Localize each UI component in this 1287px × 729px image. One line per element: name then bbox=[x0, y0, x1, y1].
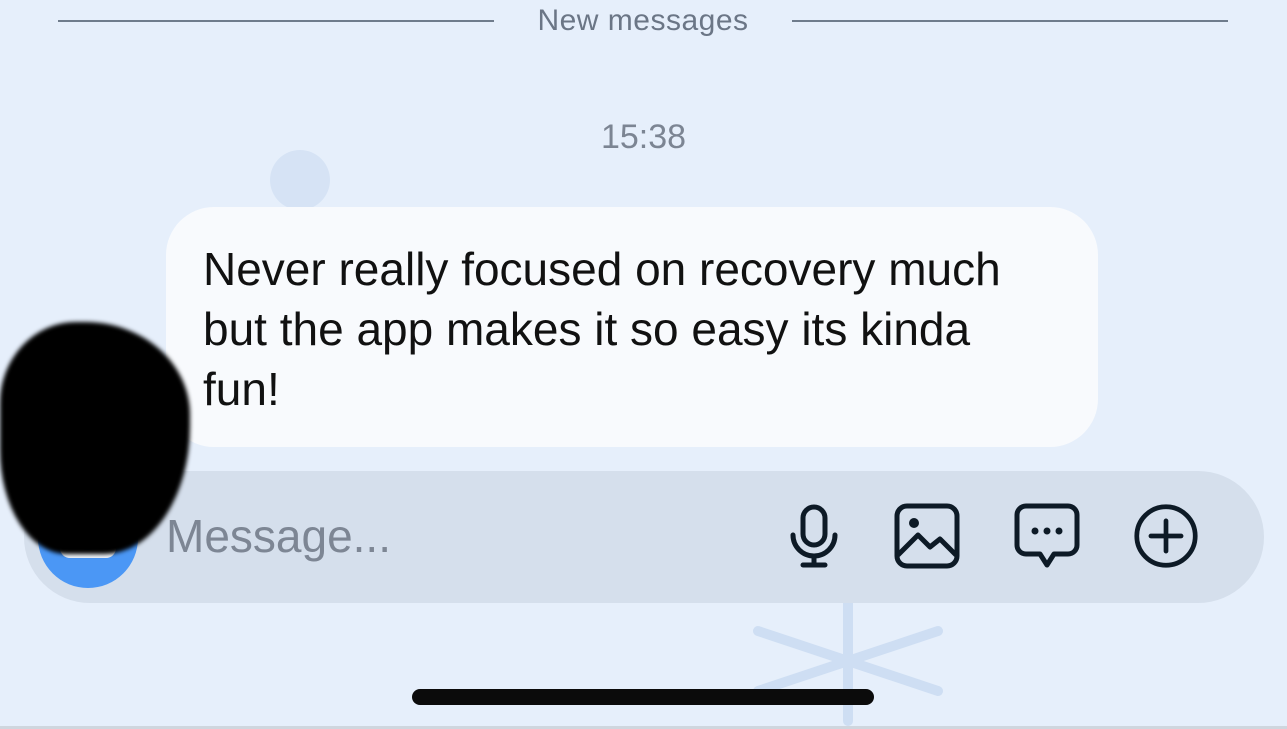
divider-line-left bbox=[58, 20, 494, 22]
redacted-avatar bbox=[0, 322, 190, 554]
message-text-line: fun! bbox=[203, 363, 280, 415]
message-text-line: but the app makes it so easy its kinda bbox=[203, 303, 971, 355]
snowflake-decoration-icon bbox=[753, 596, 943, 726]
home-indicator[interactable] bbox=[412, 689, 874, 705]
microphone-icon[interactable] bbox=[781, 503, 847, 569]
message-bubble[interactable]: Never really focused on recovery much bu… bbox=[166, 207, 1098, 447]
message-timestamp: 15:38 bbox=[600, 118, 687, 156]
chat-bubble-icon[interactable] bbox=[1014, 503, 1080, 569]
message-text-line: Never really focused on recovery much bbox=[203, 243, 1001, 295]
image-icon[interactable] bbox=[894, 503, 960, 569]
plus-circle-icon[interactable] bbox=[1133, 503, 1199, 569]
divider-line-right bbox=[792, 20, 1228, 22]
message-input[interactable] bbox=[166, 504, 746, 568]
new-messages-divider-label: New messages bbox=[537, 4, 749, 37]
